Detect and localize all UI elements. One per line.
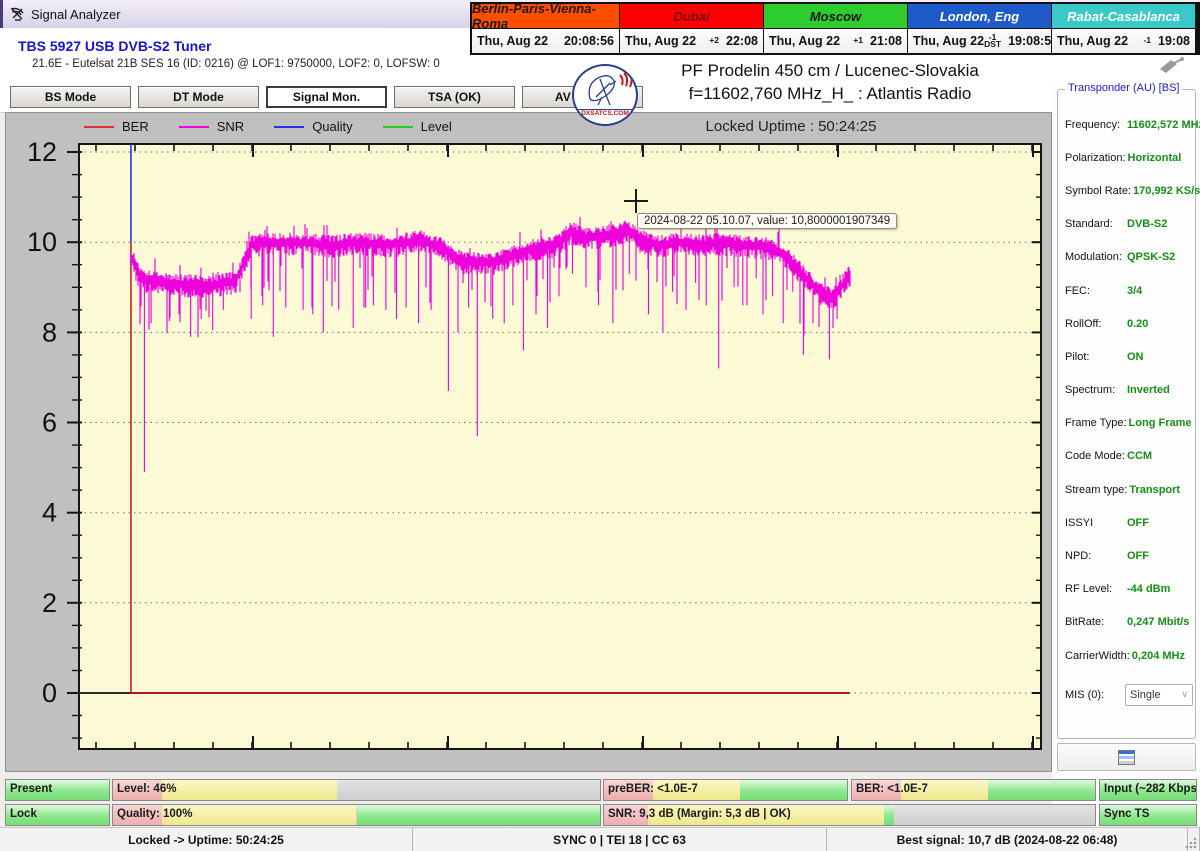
clock-city-header: Dubai	[620, 4, 763, 28]
bar-quality: Quality: 100%	[112, 804, 601, 826]
clock-time-cell: Thu, Aug 2220:08:56	[472, 29, 619, 53]
logo-dish-art	[576, 69, 634, 109]
svg-text:0: 0	[42, 678, 57, 708]
transponder-row: Frame Type:Long Frame	[1065, 407, 1193, 440]
chevron-down-icon: ∨	[1181, 689, 1188, 700]
tab-signal-mon-[interactable]: Signal Mon.	[266, 86, 387, 108]
tab-bs-mode[interactable]: BS Mode	[10, 86, 131, 108]
stream-capture-button[interactable]	[1057, 743, 1196, 771]
bar-label: Lock	[10, 805, 37, 824]
grip-dots-icon	[1185, 837, 1198, 850]
transponder-row: CarrierWidth:0,204 MHz	[1065, 639, 1193, 672]
clock-city-header: Rabat-Casablanca	[1052, 4, 1195, 28]
tuner-title: TBS 5927 USB DVB-S2 Tuner	[18, 38, 211, 54]
transponder-title: Transponder (AU) [BS]	[1065, 82, 1182, 94]
svg-text:8: 8	[42, 317, 57, 347]
transponder-panel: Transponder (AU) [BS] Frequency:11602,57…	[1052, 85, 1200, 826]
transponder-rows: Frequency:11602,572 MHzPolarization:Hori…	[1065, 108, 1193, 711]
transponder-row: RollOff:0.20	[1065, 307, 1193, 340]
transponder-row: NPD:OFF	[1065, 539, 1193, 572]
transponder-row: Polarization:Horizontal	[1065, 141, 1193, 174]
chart-tooltip: 2024-08-22 05.10.07, value: 10,800000190…	[637, 213, 897, 229]
status-bar: Locked -> Uptime: 50:24:25 SYNC 0 | TEI …	[0, 827, 1200, 851]
bar-preber: preBER: <1.0E-7	[603, 779, 848, 801]
bar-snr: SNR: 9,3 dB (Margin: 5,3 dB | OK)	[603, 804, 1096, 826]
statusbar-uptime: Locked -> Uptime: 50:24:25	[0, 828, 413, 851]
transponder-row: FEC:3/4	[1065, 274, 1193, 307]
clock-city-header: Moscow	[764, 4, 907, 28]
signal-plot[interactable]: 0 2 4 6 8 10 12	[6, 113, 1051, 771]
statusbar-best-signal: Best signal: 10,7 dB (2024-08-22 06:48)	[827, 828, 1188, 851]
bar-level: Level: 46%	[112, 779, 601, 801]
frequency-channel-label: f=11602,760 MHz_H_ : Atlantis Radio	[640, 84, 1020, 104]
transponder-row: Frequency:11602,572 MHz	[1065, 108, 1193, 141]
dxsatcs-logo: DXSATCS.COM	[572, 64, 638, 126]
satellite-icon	[1158, 55, 1188, 75]
tuner-details: 21.6E - Eutelsat 21B SES 16 (ID: 0216) @…	[32, 58, 440, 70]
transponder-row: ISSYIOFF	[1065, 506, 1193, 539]
transponder-row: Symbol Rate:170,992 KS/s	[1065, 174, 1193, 207]
bar-label: Level: 46%	[117, 780, 176, 799]
transponder-row: RF Level:-44 dBm	[1065, 573, 1193, 606]
mis-select[interactable]: Single∨	[1125, 684, 1193, 706]
transponder-row: Spectrum:Inverted	[1065, 374, 1193, 407]
transponder-row: Standard:DVB-S2	[1065, 208, 1193, 241]
window-title: Signal Analyzer	[31, 7, 121, 22]
svg-text:6: 6	[42, 408, 57, 438]
svg-text:12: 12	[27, 137, 57, 167]
clock-time-cell: Thu, Aug 22+121:08	[764, 29, 907, 53]
bar-present: Present	[5, 779, 110, 801]
clock-time-cell: Thu, Aug 22-119:08	[1052, 29, 1195, 53]
resize-grip[interactable]	[1188, 828, 1200, 851]
tab-dt-mode[interactable]: DT Mode	[138, 86, 259, 108]
world-clocks: Berlin-Paris-Vienna-RomaDubaiMoscowLondo…	[470, 2, 1200, 55]
bar-label: SNR: 9,3 dB (Margin: 5,3 dB | OK)	[608, 805, 791, 824]
transponder-row: BitRate:0,247 Mbit/s	[1065, 606, 1193, 639]
clock-time-cell: Thu, Aug 22-1DST19:08:56	[908, 29, 1051, 53]
clock-city-header: Berlin-Paris-Vienna-Roma	[472, 4, 619, 28]
svg-text:2: 2	[42, 588, 57, 618]
bar-label: BER: <1.0E-7	[856, 780, 928, 799]
mode-tabs: BS ModeDT ModeSignal Mon.TSA (OK)AV Play…	[10, 86, 643, 108]
signal-chart-panel: BERSNRQualityLevel Locked Uptime : 50:24…	[5, 112, 1052, 772]
clock-city-header: London, Eng	[908, 4, 1051, 28]
satellite-dish-icon	[9, 6, 27, 22]
bar-label: preBER: <1.0E-7	[608, 780, 698, 799]
bar-label: Quality: 100%	[117, 805, 192, 824]
statusbar-sync-counters: SYNC 0 | TEI 18 | CC 63	[413, 828, 827, 851]
bar-lock: Lock	[5, 804, 110, 826]
transponder-row: Stream type:Transport	[1065, 473, 1193, 506]
mis-row: MIS (0):Single∨	[1065, 678, 1193, 711]
bar-label: Present	[10, 780, 52, 799]
svg-text:10: 10	[27, 227, 57, 257]
tab-tsa-ok-[interactable]: TSA (OK)	[394, 86, 515, 108]
clock-time-cell: Thu, Aug 22+222:08	[620, 29, 763, 53]
transponder-groupbox: Transponder (AU) [BS] Frequency:11602,57…	[1057, 89, 1196, 739]
svg-text:4: 4	[42, 498, 57, 528]
site-description: PF Prodelin 450 cm / Lucenec-Slovakia	[610, 61, 1050, 81]
transponder-row: Modulation:QPSK-S2	[1065, 241, 1193, 274]
logo-text: DXSATCS.COM	[575, 109, 635, 117]
transponder-row: Pilot:ON	[1065, 340, 1193, 373]
stream-file-icon	[1118, 750, 1135, 765]
transponder-row: Code Mode:CCM	[1065, 440, 1193, 473]
